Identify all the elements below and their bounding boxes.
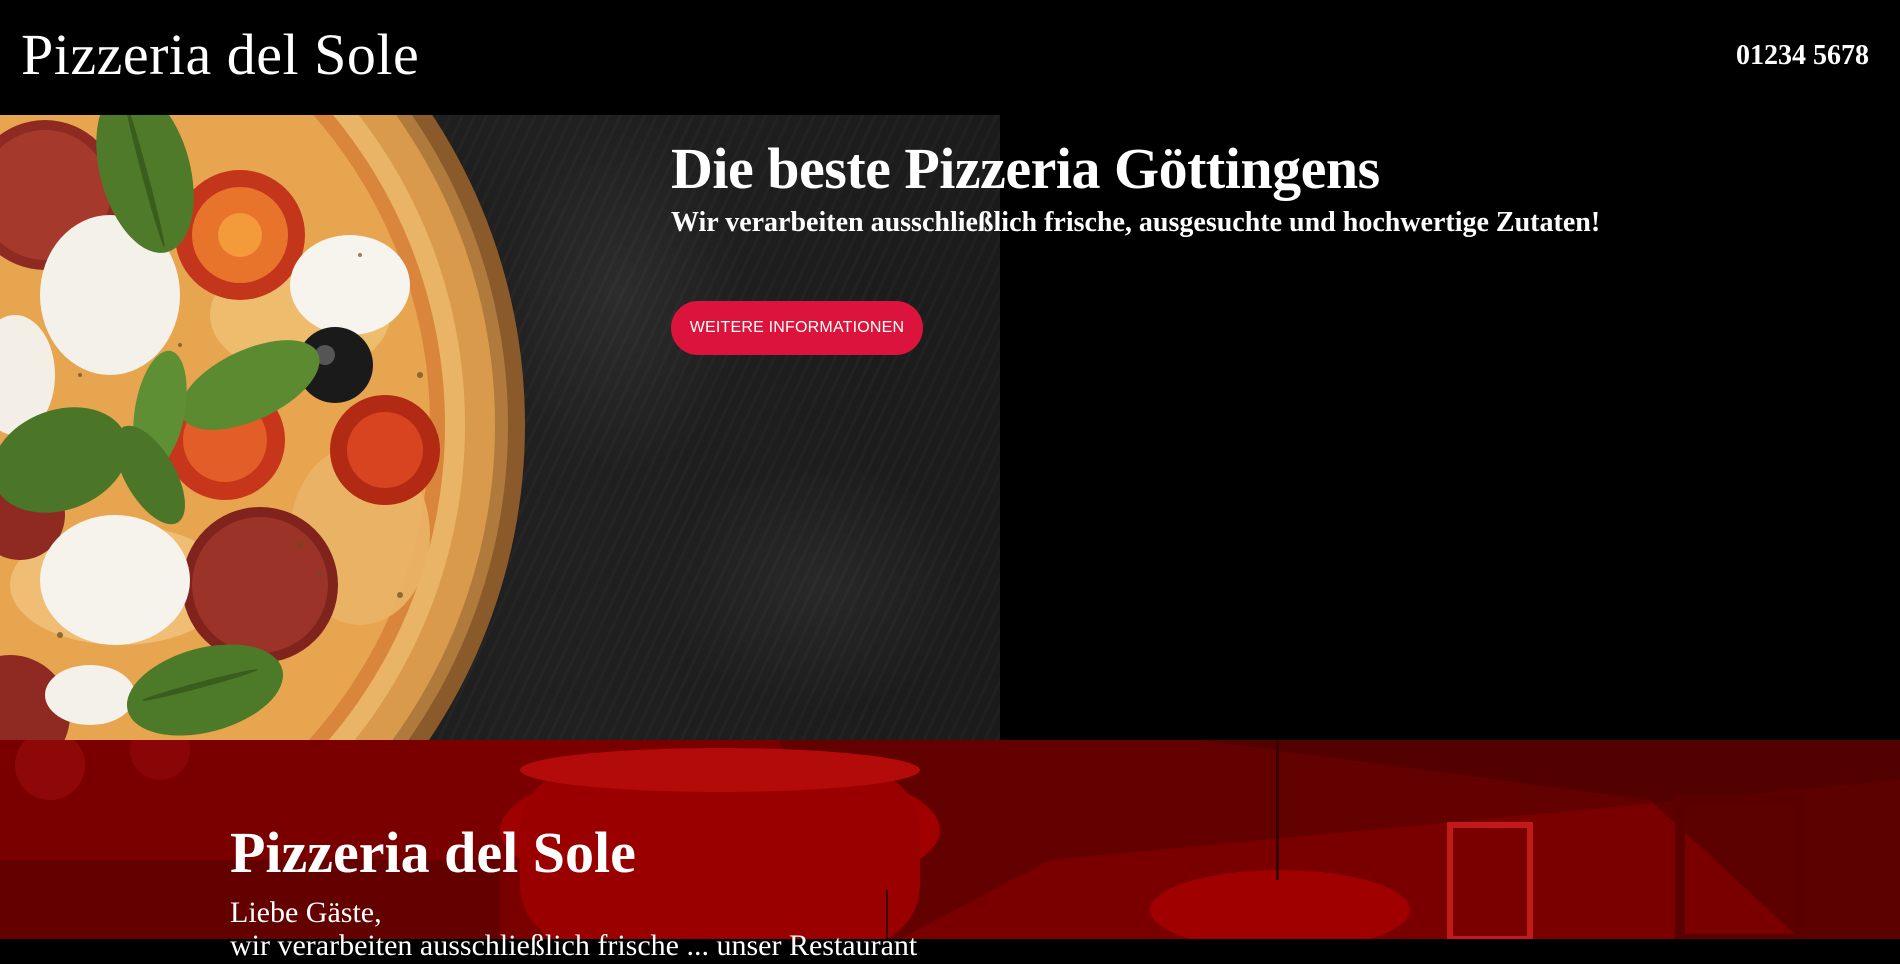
brand-logo-text[interactable]: Pizzeria del Sole: [21, 20, 419, 90]
pizza-image: [0, 115, 525, 740]
hero-section: Die beste Pizzeria Göttingens Wir verarb…: [0, 115, 1900, 740]
hero-title: Die beste Pizzeria Göttingens: [671, 136, 1380, 201]
phone-number[interactable]: 01234 5678: [1736, 38, 1869, 74]
about-title: Pizzeria del Sole: [230, 820, 636, 885]
about-body-text: wir verarbeiten ausschließlich frische .…: [230, 929, 918, 962]
more-info-button[interactable]: WEITERE INFORMATIONEN: [671, 301, 923, 355]
site-header: Pizzeria del Sole 01234 5678: [0, 0, 1900, 115]
hero-subtitle: Wir verarbeiten ausschließlich frische, …: [671, 207, 1601, 238]
about-greeting: Liebe Gäste,: [230, 896, 382, 929]
